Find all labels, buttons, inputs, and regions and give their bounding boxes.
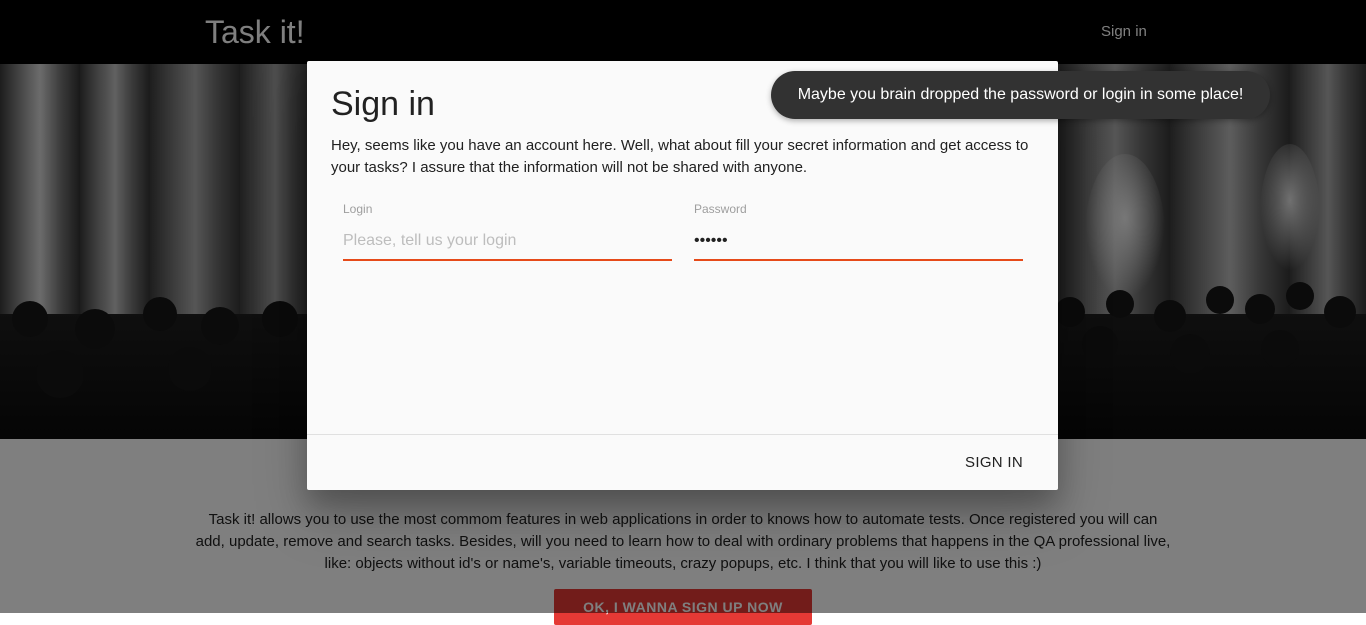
modal-title: Sign in (331, 85, 435, 123)
password-input[interactable] (694, 223, 1023, 261)
password-label: Password (694, 202, 747, 216)
signin-modal: Sign in Hey, seems like you have an acco… (307, 61, 1058, 490)
signin-submit-button[interactable]: SIGN IN (965, 445, 1023, 481)
modal-footer: SIGN IN (307, 434, 1058, 490)
login-input[interactable] (343, 223, 672, 261)
password-field: Password (694, 201, 1023, 263)
modal-description: Hey, seems like you have an account here… (331, 137, 1029, 176)
login-label: Login (343, 202, 373, 216)
toast-message: Maybe you brain dropped the password or … (771, 71, 1270, 119)
login-field: Login (343, 201, 672, 263)
